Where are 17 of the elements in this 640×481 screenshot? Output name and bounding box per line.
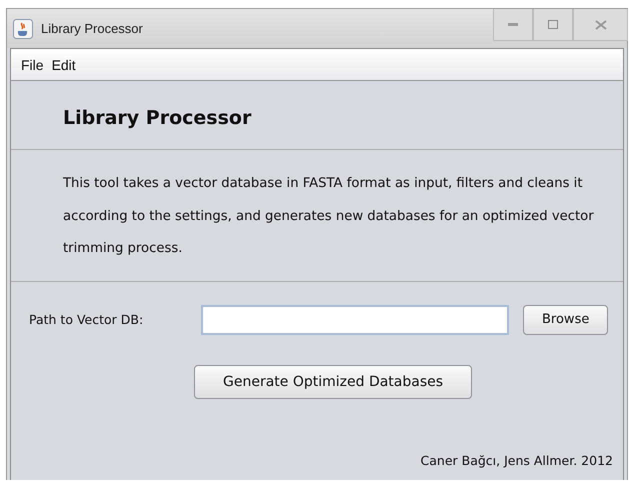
maximize-button[interactable] [533, 9, 573, 41]
description-text: This tool takes a vector database in FASTA format as input, filters and cleans it according to the settings, and generates new databases for an optimized vector trimming process. [62, 175, 595, 258]
credit-text: Caner Bağcı, Jens Allmer. 2012 [420, 453, 613, 468]
window-title: Library Processor [41, 21, 143, 36]
browse-button[interactable]: Browse [523, 304, 608, 334]
generate-button[interactable]: Generate Optimized Databases [194, 364, 472, 398]
java-cup-icon [13, 18, 33, 38]
path-input-field[interactable] [201, 304, 509, 334]
menu-item[interactable]: File [21, 56, 44, 72]
close-icon [594, 20, 606, 30]
minimize-icon [508, 22, 518, 26]
heading: Library Processor [62, 106, 252, 131]
field-label: Path to Vector DB: [29, 312, 144, 327]
maximize-icon [548, 20, 558, 29]
close-button[interactable] [573, 9, 628, 41]
minimize-button[interactable] [493, 9, 533, 41]
menu-item[interactable]: Edit [52, 56, 76, 72]
